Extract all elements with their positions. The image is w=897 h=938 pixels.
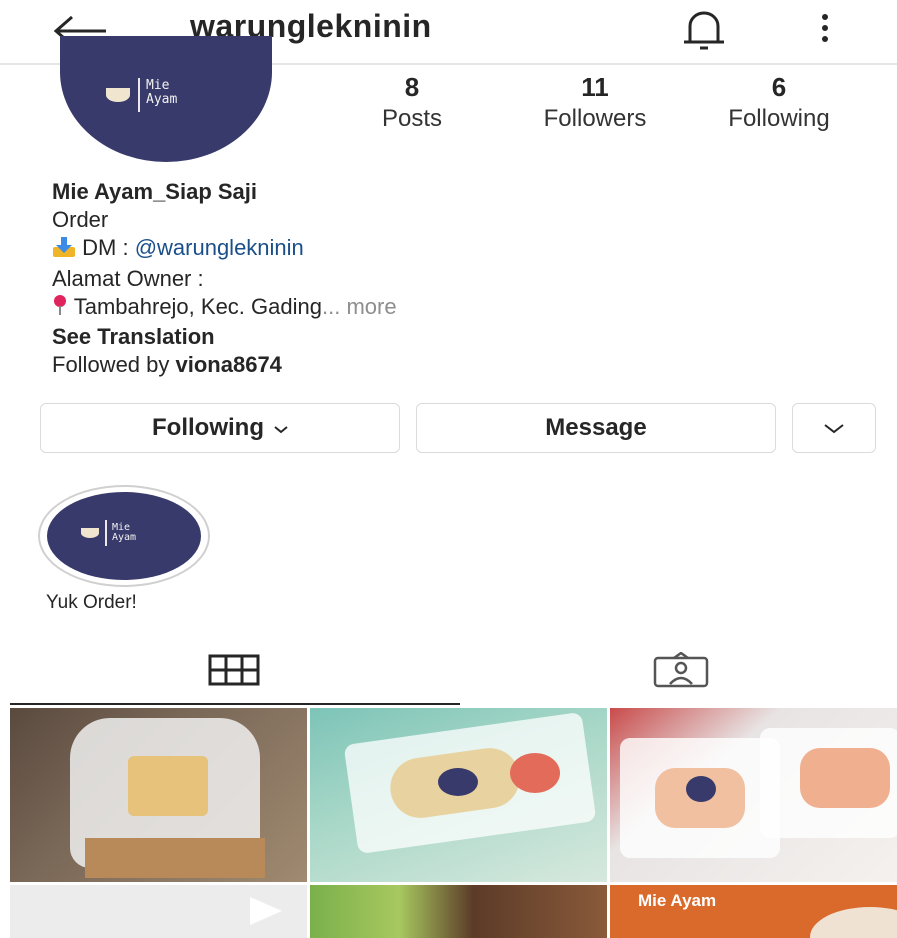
- story-highlight-cover[interactable]: Mie Ayam: [47, 492, 201, 580]
- logo: Mie Ayam: [106, 78, 177, 112]
- highlight-logo-line2: Ayam: [112, 532, 137, 543]
- more-options-button[interactable]: [815, 12, 835, 51]
- play-icon: [248, 895, 284, 932]
- post-thumbnail[interactable]: [310, 708, 607, 882]
- stat-posts[interactable]: 8 Posts: [362, 72, 462, 133]
- post-thumbnail[interactable]: Mie Ayam: [610, 885, 897, 938]
- following-button-label: Following: [152, 414, 264, 441]
- post-thumbnail-video[interactable]: [10, 885, 307, 938]
- logo: Mie Ayam: [81, 520, 136, 546]
- profile-bio: Mie Ayam_Siap Saji Order DM : @warunglek…: [52, 178, 397, 379]
- tab-posts-grid[interactable]: [208, 654, 260, 691]
- chevron-down-icon: [823, 414, 845, 442]
- posts-count: 8: [404, 72, 420, 102]
- suggested-accounts-button[interactable]: [792, 403, 876, 453]
- message-button[interactable]: Message: [416, 403, 776, 453]
- chevron-down-icon: [274, 414, 288, 442]
- posts-label: Posts: [381, 105, 443, 132]
- notifications-button[interactable]: [678, 10, 730, 55]
- post-caption: Mie Ayam: [638, 891, 717, 910]
- more-link[interactable]: more: [346, 294, 396, 319]
- bio-line-order: Order: [52, 207, 109, 232]
- active-tab-indicator: [10, 703, 460, 705]
- bio-line-address: Tambahrejo, Kec. Gading... more: [52, 293, 397, 323]
- followed-by-user-link[interactable]: viona8674: [176, 352, 282, 377]
- more-vertical-icon: [822, 14, 828, 42]
- inbox-download-icon: [52, 236, 76, 265]
- profile-avatar[interactable]: Mie Ayam: [60, 36, 272, 162]
- bell-icon: [684, 11, 724, 50]
- bio-line-dm: DM : @warunglekninin: [52, 234, 397, 265]
- profile-name: Mie Ayam_Siap Saji: [52, 179, 258, 204]
- tagged-person-icon: [653, 651, 709, 688]
- stat-following[interactable]: 6 Following: [700, 72, 858, 133]
- story-highlight-label: Yuk Order!: [46, 592, 137, 613]
- post-thumbnail[interactable]: [610, 708, 897, 882]
- location-pin-icon: [52, 294, 68, 323]
- see-translation-link[interactable]: See Translation: [52, 323, 397, 351]
- grid-icon: [208, 654, 260, 686]
- post-thumbnail[interactable]: [310, 885, 607, 938]
- stat-followers[interactable]: 11 Followers: [515, 72, 675, 133]
- post-thumbnail[interactable]: [10, 708, 307, 882]
- message-button-label: Message: [545, 414, 647, 441]
- following-label: Following: [728, 105, 830, 132]
- following-count: 6: [771, 72, 787, 102]
- tab-tagged[interactable]: [652, 651, 710, 693]
- bowl-icon: [106, 88, 130, 102]
- dm-mention-link[interactable]: @warunglekninin: [135, 235, 304, 260]
- bowl-icon: [81, 528, 99, 538]
- followers-label: Followers: [543, 105, 647, 132]
- followers-count: 11: [581, 72, 609, 102]
- followed-by: Followed by viona8674: [52, 352, 282, 377]
- logo-text-line2: Ayam: [146, 91, 178, 107]
- logo-text-line1: Mie: [146, 77, 170, 93]
- following-button[interactable]: Following: [40, 403, 400, 453]
- bio-line-address-label: Alamat Owner :: [52, 266, 204, 291]
